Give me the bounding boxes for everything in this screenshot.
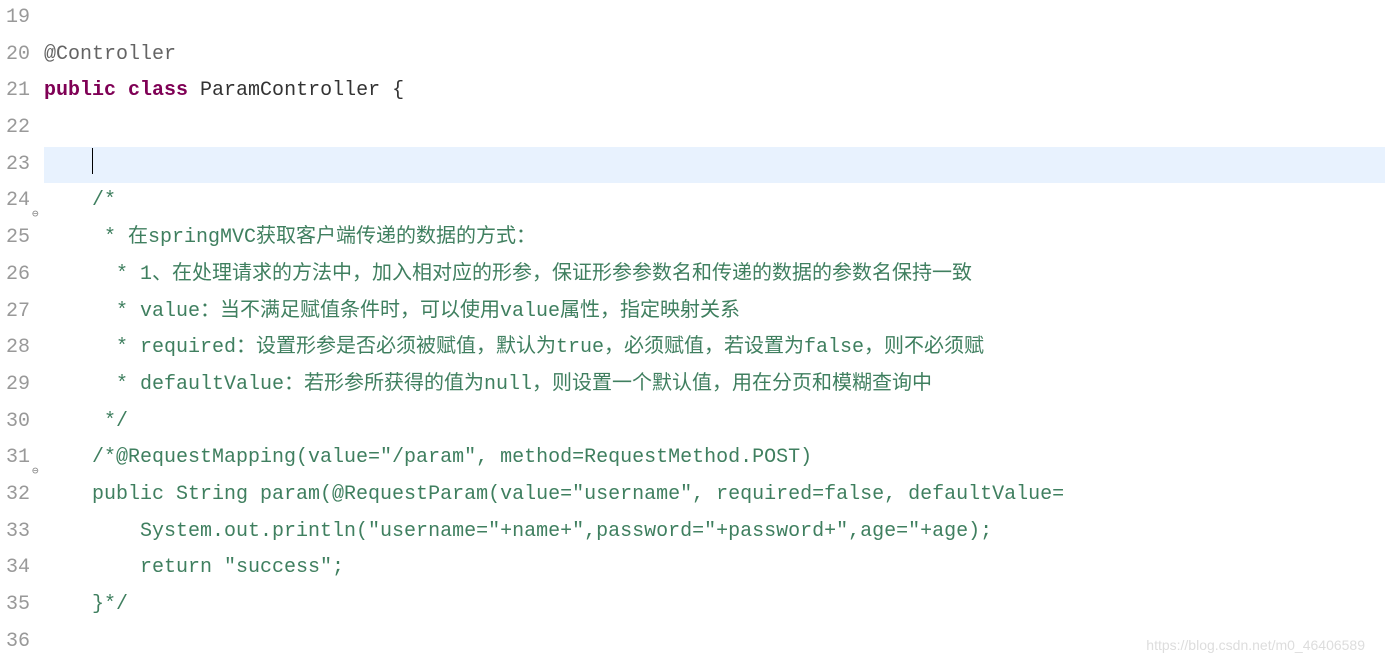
line-number: 36: [0, 624, 34, 661]
code-content[interactable]: System.out.println("username="+name+",pa…: [44, 514, 1385, 551]
line-number: 33: [0, 514, 34, 551]
line-number: 31: [0, 440, 34, 477]
code-content[interactable]: * 1、在处理请求的方法中，加入相对应的形参，保证形参参数名和传递的数据的参数名…: [44, 257, 1385, 294]
line-number: 27: [0, 294, 34, 331]
text-cursor: [92, 148, 93, 174]
comment: }*/: [44, 593, 128, 616]
code-line[interactable]: 25 * 在springMVC获取客户端传递的数据的方式：: [0, 220, 1385, 257]
line-number: 35: [0, 587, 34, 624]
code-editor[interactable]: 19 20 @Controller 21 public class ParamC…: [0, 0, 1385, 660]
line-number: 28: [0, 330, 34, 367]
comment: * value：当不满足赋值条件时，可以使用value属性，指定映射关系: [44, 300, 740, 323]
code-line[interactable]: 28 * required：设置形参是否必须被赋值，默认为true，必须赋值，若…: [0, 330, 1385, 367]
comment: System.out.println("username="+name+",pa…: [44, 520, 992, 543]
code-content[interactable]: * 在springMVC获取客户端传递的数据的方式：: [44, 220, 1385, 257]
code-line[interactable]: 33 System.out.println("username="+name+"…: [0, 514, 1385, 551]
code-line[interactable]: 34 return "success";: [0, 550, 1385, 587]
line-number: 24: [0, 183, 34, 220]
line-number: 26: [0, 257, 34, 294]
comment: return "success";: [44, 556, 344, 579]
fold-collapse-icon[interactable]: ⊖: [32, 197, 39, 234]
code-content[interactable]: @Controller: [44, 37, 1385, 74]
code-content[interactable]: * value：当不满足赋值条件时，可以使用value属性，指定映射关系: [44, 294, 1385, 331]
annotation: @Controller: [44, 43, 176, 66]
line-number: 20: [0, 37, 34, 74]
comment: * defaultValue：若形参所获得的值为null，则设置一个默认值，用在…: [44, 373, 932, 396]
comment: public String param(@RequestParam(value=…: [44, 483, 1064, 506]
line-number: 29: [0, 367, 34, 404]
code-content[interactable]: return "success";: [44, 550, 1385, 587]
code-line[interactable]: 29 * defaultValue：若形参所获得的值为null，则设置一个默认值…: [0, 367, 1385, 404]
code-content[interactable]: public String param(@RequestParam(value=…: [44, 477, 1385, 514]
code-content[interactable]: }*/: [44, 587, 1385, 624]
keyword: public: [44, 79, 116, 102]
code-content[interactable]: /*: [44, 183, 1385, 220]
code-line[interactable]: 26 * 1、在处理请求的方法中，加入相对应的形参，保证形参参数名和传递的数据的…: [0, 257, 1385, 294]
line-number: 22: [0, 110, 34, 147]
comment: /*: [44, 189, 116, 212]
keyword: class: [128, 79, 188, 102]
code-line[interactable]: 21 public class ParamController {: [0, 73, 1385, 110]
code-content[interactable]: */: [44, 404, 1385, 441]
code-line[interactable]: 35 }*/: [0, 587, 1385, 624]
code-content[interactable]: [44, 147, 1385, 184]
code-content[interactable]: * defaultValue：若形参所获得的值为null，则设置一个默认值，用在…: [44, 367, 1385, 404]
line-number: 23: [0, 147, 34, 184]
line-number: 30: [0, 404, 34, 441]
code-content[interactable]: public class ParamController {: [44, 73, 1385, 110]
line-number: 21: [0, 73, 34, 110]
code-line[interactable]: 19: [0, 0, 1385, 37]
code-content[interactable]: * required：设置形参是否必须被赋值，默认为true，必须赋值，若设置为…: [44, 330, 1385, 367]
code-line[interactable]: 30 */: [0, 404, 1385, 441]
line-number: 25: [0, 220, 34, 257]
comment: /*@RequestMapping(value="/param", method…: [44, 446, 812, 469]
line-number: 19: [0, 0, 34, 37]
line-number: 32: [0, 477, 34, 514]
code-line[interactable]: 20 @Controller: [0, 37, 1385, 74]
comment: * 1、在处理请求的方法中，加入相对应的形参，保证形参参数名和传递的数据的参数名…: [44, 263, 972, 286]
code-line[interactable]: 32 public String param(@RequestParam(val…: [0, 477, 1385, 514]
code-line-current[interactable]: 23: [0, 147, 1385, 184]
code-line[interactable]: 27 * value：当不满足赋值条件时，可以使用value属性，指定映射关系: [0, 294, 1385, 331]
fold-collapse-icon[interactable]: ⊖: [32, 454, 39, 491]
line-number: 34: [0, 550, 34, 587]
code-line[interactable]: 24 ⊖ /*: [0, 183, 1385, 220]
code-line[interactable]: 22: [0, 110, 1385, 147]
comment: * required：设置形参是否必须被赋值，默认为true，必须赋值，若设置为…: [44, 336, 984, 359]
class-name: ParamController {: [188, 79, 404, 102]
watermark-text: https://blog.csdn.net/m0_46406589: [1146, 637, 1365, 653]
code-line[interactable]: 31 ⊖ /*@RequestMapping(value="/param", m…: [0, 440, 1385, 477]
comment: */: [44, 410, 128, 433]
code-content[interactable]: /*@RequestMapping(value="/param", method…: [44, 440, 1385, 477]
comment: * 在springMVC获取客户端传递的数据的方式：: [44, 226, 536, 249]
